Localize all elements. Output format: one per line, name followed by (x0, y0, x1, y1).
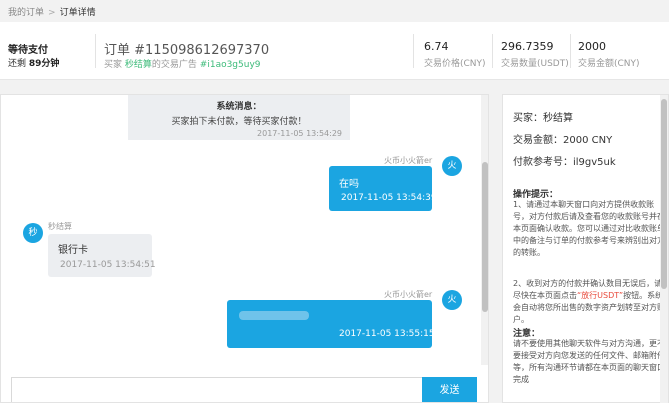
order-summary-bar: 等待支付 还剩 89分钟 订单 #115098612697370 买家 秒结算的… (0, 22, 669, 80)
message-time: 2017-11-05 13:54:51 (60, 260, 156, 270)
stat-price: 6.74 交易价格(CNY) (424, 40, 486, 69)
message-bubble: 2017-11-05 13:55:15 (227, 300, 435, 348)
system-message: 系统消息： 买家拍下未付款，等待买家付款！ 2017-11-05 13:54:2… (128, 95, 350, 140)
amount-info: 交易金额：2000 CNY (513, 135, 613, 146)
release-usdt-highlight: “放行USDT” (577, 291, 624, 300)
order-info-panel: 买家：秒结算 交易金额：2000 CNY 付款参考号：il9gv5uk 操作提示… (502, 94, 669, 403)
stat-label: 交易数量(USDT) (501, 59, 569, 69)
message-time: 2017-11-05 13:54:39 (341, 193, 437, 203)
breadcrumb: 我的订单 > 订单详情 (8, 5, 96, 18)
breadcrumb-current: 订单详情 (59, 8, 96, 18)
message-bubble: 银行卡 2017-11-05 13:54:51 (48, 234, 156, 277)
countdown-value: 89分钟 (28, 59, 60, 69)
ad-id-link[interactable]: #i1ao3g5uy9 (200, 60, 261, 70)
info-scroll-thumb[interactable] (661, 99, 667, 289)
redacted-message-content (239, 311, 309, 320)
countdown-prefix: 还剩 (8, 59, 27, 69)
divider (95, 34, 96, 68)
message-text: 银行卡 (58, 245, 88, 256)
stat-label: 交易价格(CNY) (424, 59, 486, 69)
order-status: 等待支付 (8, 45, 48, 56)
message-text: 在吗 (339, 179, 359, 190)
system-message-text: 买家拍下未付款，等待买家付款！ (171, 117, 307, 127)
divider (492, 34, 493, 68)
system-message-time: 2017-11-05 13:54:29 (257, 129, 342, 138)
ad-label: 的交易广告 (151, 60, 197, 70)
countdown: 还剩 89分钟 (8, 56, 59, 69)
buyer-info: 买家：秒结算 (513, 113, 573, 124)
stat-value: 2000 (578, 40, 606, 53)
divider (413, 34, 414, 68)
chat-scroll-thumb[interactable] (482, 162, 488, 312)
send-button[interactable]: 发送 (422, 377, 477, 402)
breadcrumb-separator: > (48, 8, 56, 18)
stat-value: 296.7359 (501, 40, 554, 53)
order-number: 订单 #115098612697370 (104, 43, 270, 58)
order-subtitle: 买家 秒结算的交易广告 #i1ao3g5uy9 (104, 57, 261, 70)
avatar: 火 (442, 290, 462, 310)
note-text: 请不要使用其他聊天软件与对方沟通，更不要接受对方向您发送的任何文件、邮箱附件等，… (513, 339, 665, 384)
tip-1: 1、请通过本聊天窗口向对方提供收款账号，对方付款后请及查看您的收款账号并在本页面… (513, 200, 665, 257)
chat-panel: 系统消息： 买家拍下未付款，等待买家付款！ 2017-11-05 13:54:2… (0, 94, 489, 403)
message-nick: 火币小火箭er (384, 290, 433, 299)
stat-value: 6.74 (424, 40, 449, 53)
buyer-name-link[interactable]: 秒结算 (125, 60, 152, 70)
message-input[interactable] (11, 377, 422, 402)
stat-quantity: 296.7359 交易数量(USDT) (501, 40, 569, 69)
stat-label: 交易金额(CNY) (578, 59, 640, 69)
avatar: 秒 (23, 223, 43, 243)
message-nick: 秒结算 (48, 222, 72, 231)
message-bubble: 在吗 2017-11-05 13:54:39 (329, 166, 437, 211)
breadcrumb-my-orders-link[interactable]: 我的订单 (8, 8, 44, 18)
message-time: 2017-11-05 13:55:15 (339, 329, 435, 339)
chat-scrollbar[interactable] (481, 95, 488, 365)
divider (570, 34, 571, 68)
payment-ref-info: 付款参考号：il9gv5uk (513, 157, 616, 168)
buyer-label: 买家 (104, 60, 123, 70)
avatar: 火 (442, 156, 462, 176)
info-scrollbar[interactable] (660, 95, 668, 403)
stat-amount: 2000 交易金额(CNY) (578, 40, 640, 69)
tip-2: 2、收到对方的付款并确认数目无误后，请尽快在本页面点击“放行USDT”按钮。系统… (513, 266, 666, 326)
message-nick: 火币小火箭er (384, 156, 433, 165)
system-message-title: 系统消息： (216, 102, 262, 112)
